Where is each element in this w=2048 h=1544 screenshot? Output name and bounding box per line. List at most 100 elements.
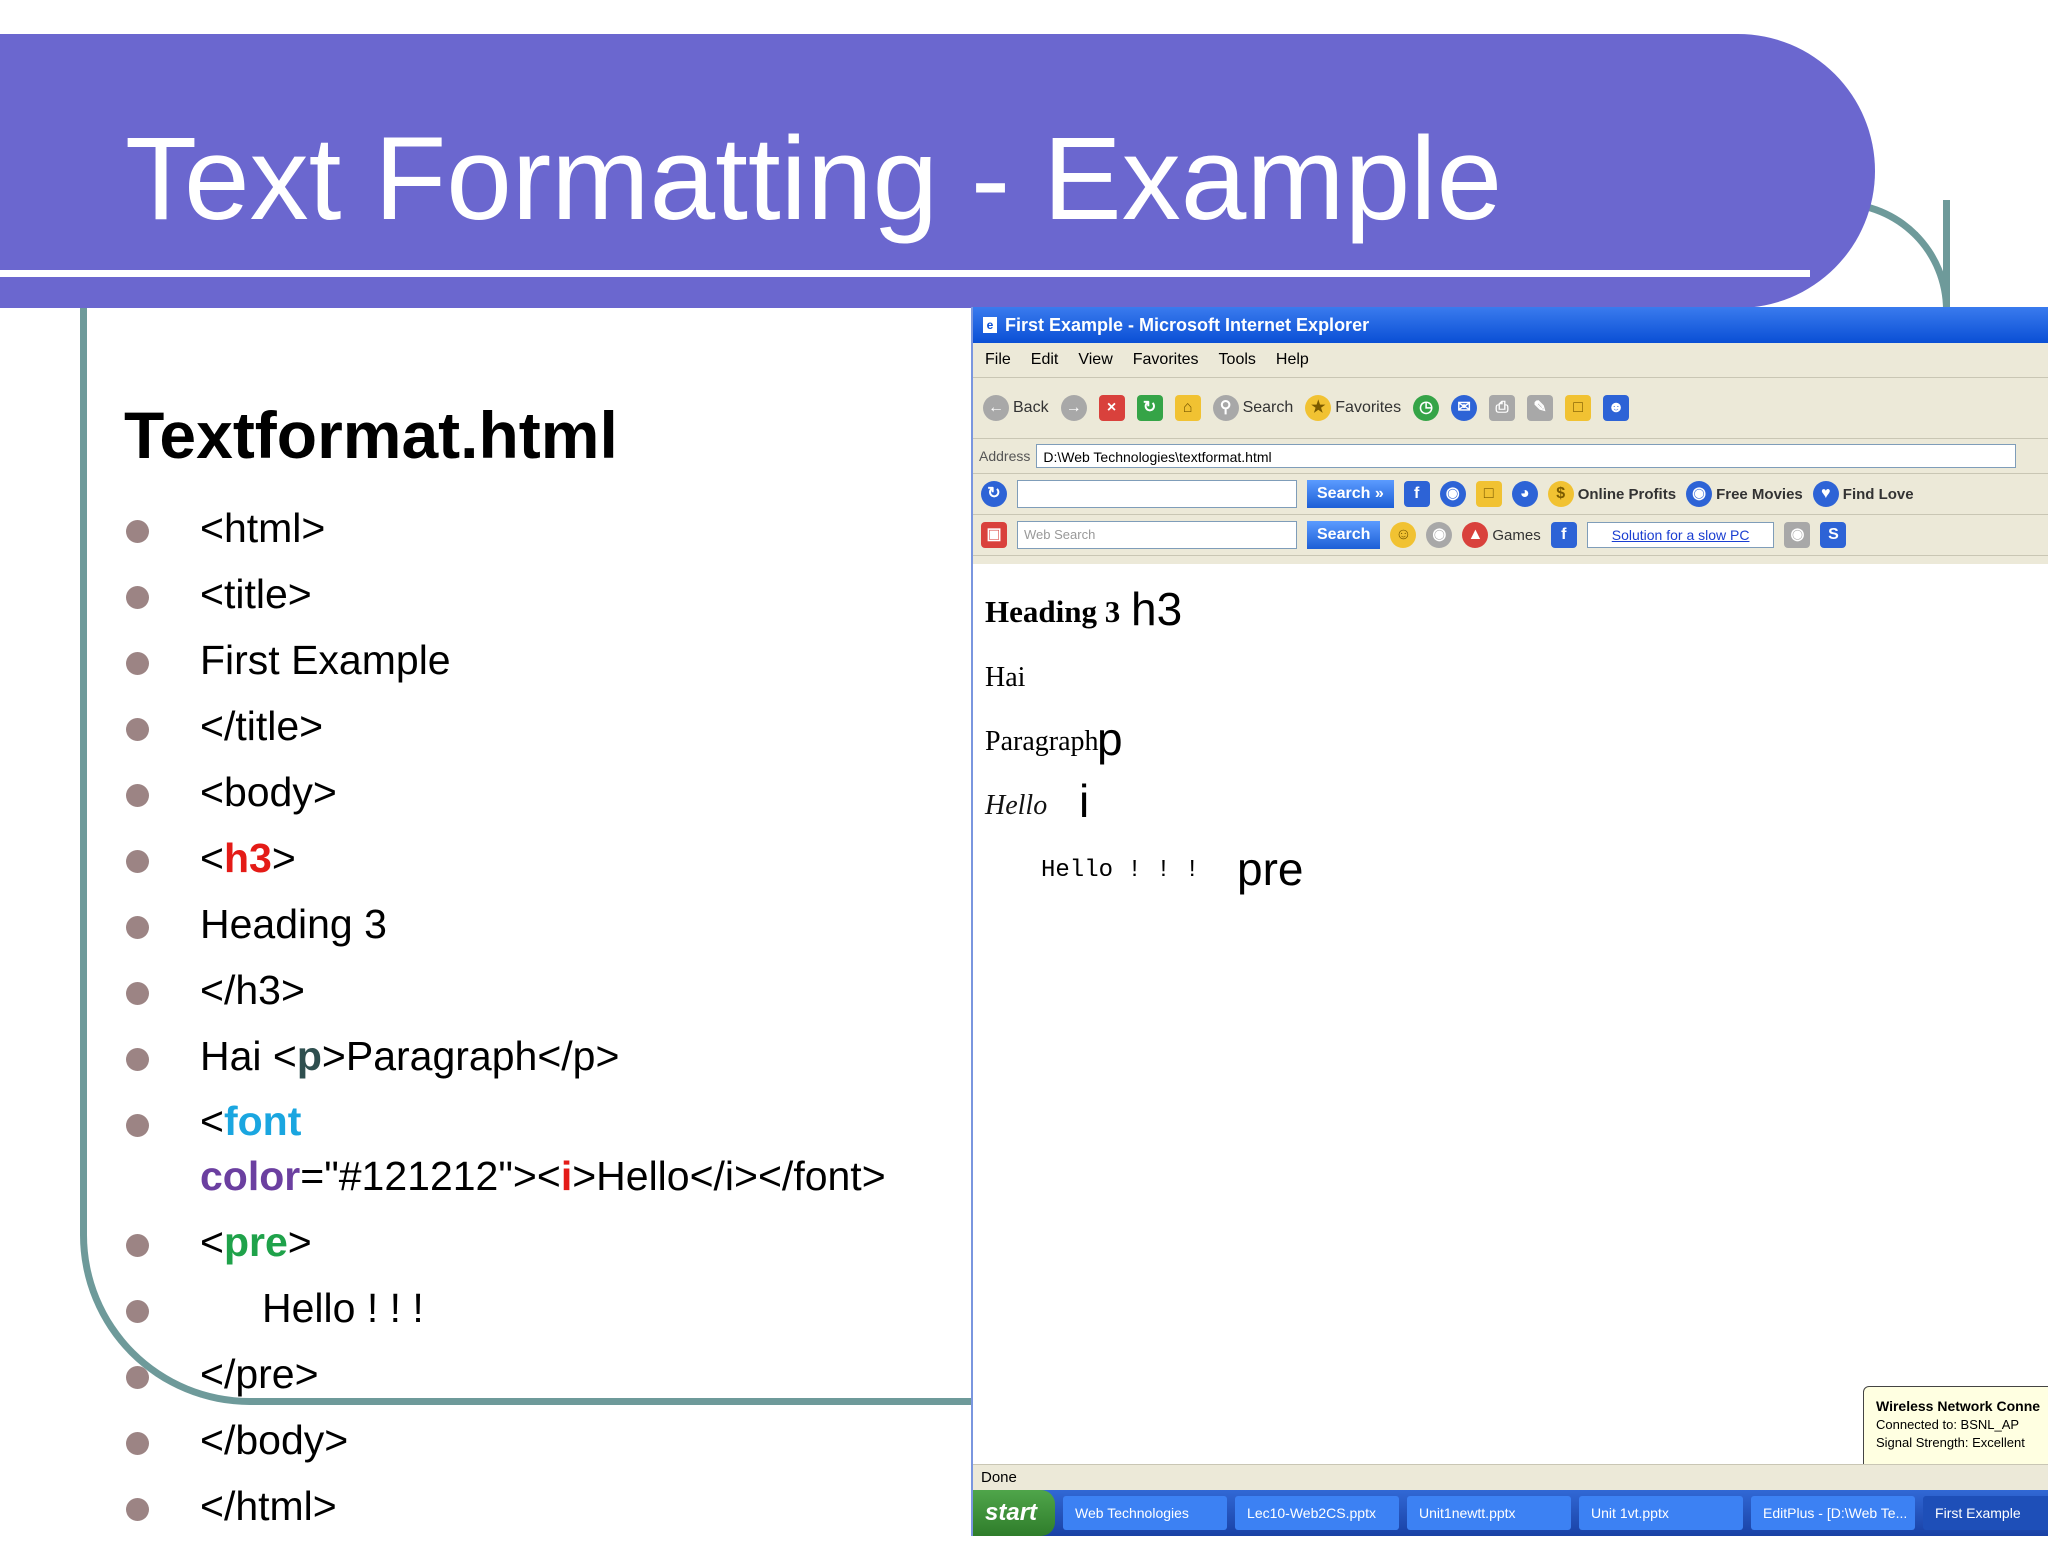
web-search-button[interactable]: Search bbox=[1307, 521, 1381, 549]
toolbar-logo-icon[interactable]: ↻ bbox=[981, 481, 1007, 507]
edit-button[interactable]: ✎ bbox=[1527, 395, 1554, 421]
tag-p: p bbox=[296, 1033, 322, 1079]
code-line: <body> bbox=[124, 764, 886, 820]
facebook-icon[interactable]: f bbox=[1550, 522, 1577, 548]
toolbar-icon[interactable]: ◕ bbox=[1511, 481, 1538, 507]
rendered-heading3: Heading 3 bbox=[985, 594, 1121, 629]
code-line: Hai <p>Paragraph</p> bbox=[124, 1028, 886, 1084]
print-button[interactable]: ⎙ bbox=[1489, 395, 1516, 421]
status-text: Done bbox=[981, 1469, 1017, 1486]
free-movies-button[interactable]: ◉ Free Movies bbox=[1686, 481, 1803, 507]
code-line: </html> bbox=[124, 1478, 886, 1534]
title-underline bbox=[0, 270, 1810, 277]
taskbar-item[interactable]: Web Technologies bbox=[1063, 1496, 1228, 1530]
start-button[interactable]: start bbox=[973, 1490, 1056, 1536]
annotation-pre: pre bbox=[1237, 843, 1304, 895]
bullet-icon bbox=[126, 1114, 149, 1137]
code-line: First Example bbox=[124, 632, 886, 688]
toolbar-logo-icon[interactable]: ▣ bbox=[981, 522, 1007, 548]
code-line: <pre> bbox=[124, 1214, 886, 1270]
code-line: <html> bbox=[124, 500, 886, 556]
forward-button[interactable]: → bbox=[1060, 395, 1087, 421]
notification-line: Signal Strength: Excellent bbox=[1876, 1435, 2025, 1450]
annotation-p: p bbox=[1097, 713, 1123, 765]
menu-favorites[interactable]: Favorites bbox=[1133, 351, 1199, 369]
toolbar-icon[interactable]: ◉ bbox=[1439, 481, 1466, 507]
menu-view[interactable]: View bbox=[1078, 351, 1112, 369]
address-label: Address bbox=[979, 448, 1031, 464]
taskbar: start Web Technologies Lec10-Web2CS.pptx… bbox=[973, 1490, 2048, 1536]
stop-button[interactable]: × bbox=[1098, 395, 1125, 421]
toolbar-row-1: ↻ Search » f ◉ □ ◕ $ Online Profits ◉ Free… bbox=[973, 474, 2048, 515]
history-button[interactable]: ◷ bbox=[1413, 395, 1440, 421]
tag-i: i bbox=[560, 1153, 573, 1199]
bullet-icon bbox=[126, 1048, 149, 1071]
toolbar-search-button[interactable]: Search » bbox=[1307, 480, 1394, 508]
notification-line: Connected to: BSNL_AP bbox=[1876, 1417, 2020, 1432]
menu-edit[interactable]: Edit bbox=[1031, 351, 1059, 369]
tag-font: font bbox=[223, 1098, 302, 1144]
bullet-icon bbox=[126, 784, 149, 807]
toolbar-search-input[interactable] bbox=[1017, 480, 1297, 508]
taskbar-item[interactable]: Unit 1vt.pptx bbox=[1579, 1496, 1744, 1530]
back-arrow-icon: ← bbox=[983, 395, 1009, 421]
bullet-icon bbox=[126, 982, 149, 1005]
mail-button[interactable]: ✉ bbox=[1451, 395, 1478, 421]
joystick-icon: ▲ bbox=[1462, 522, 1489, 548]
film-icon: ◉ bbox=[1686, 481, 1713, 507]
menu-file[interactable]: File bbox=[985, 351, 1011, 369]
bullet-icon bbox=[126, 520, 149, 543]
code-line: <h3> bbox=[124, 830, 886, 886]
refresh-button[interactable]: ↻ bbox=[1136, 395, 1163, 421]
find-love-button[interactable]: ♥ Find Love bbox=[1812, 481, 1914, 507]
taskbar-item[interactable]: Unit1newtt.pptx bbox=[1407, 1496, 1572, 1530]
folder-icon[interactable]: □ bbox=[1565, 395, 1592, 421]
address-bar: Address D:\Web Technologies\textformat.h… bbox=[973, 439, 2048, 474]
favorites-button[interactable]: ★ Favorites bbox=[1305, 395, 1401, 421]
address-input[interactable]: D:\Web Technologies\textformat.html bbox=[1036, 444, 2017, 468]
ie-app-icon: e bbox=[983, 317, 997, 333]
code-line: </title> bbox=[124, 698, 886, 754]
tag-h3: h3 bbox=[223, 835, 272, 881]
search-icon: ⚲ bbox=[1212, 395, 1239, 421]
standard-toolbar: ← Back → × ↻ ⌂ ⚲ Search ★ Favorites ◷ ✉ ⎙ ✎… bbox=[973, 378, 2048, 439]
bullet-icon bbox=[126, 1498, 149, 1521]
taskbar-item[interactable]: Lec10-Web2CS.pptx bbox=[1235, 1496, 1400, 1530]
heart-icon: ♥ bbox=[1812, 481, 1839, 507]
facebook-icon[interactable]: f bbox=[1403, 481, 1430, 507]
annotation-i: i bbox=[1079, 775, 1090, 827]
tag-pre: pre bbox=[223, 1219, 288, 1265]
code-line: Heading 3 bbox=[124, 896, 886, 952]
games-button[interactable]: ▲ Games bbox=[1462, 522, 1541, 548]
toolbar-icon[interactable]: □ bbox=[1475, 481, 1502, 507]
taskbar-item-active[interactable]: First Example bbox=[1923, 1496, 2048, 1530]
slow-pc-link[interactable]: Solution for a slow PC bbox=[1586, 522, 1775, 548]
skype-icon[interactable]: S bbox=[1820, 522, 1847, 548]
status-bar: Done bbox=[973, 1464, 2048, 1490]
menu-tools[interactable]: Tools bbox=[1219, 351, 1256, 369]
search-button[interactable]: ⚲ Search bbox=[1212, 395, 1293, 421]
smiley-icon[interactable]: ☺ bbox=[1390, 522, 1417, 548]
browser-titlebar: e First Example - Microsoft Internet Exp… bbox=[973, 307, 2048, 343]
web-search-input[interactable]: Web Search bbox=[1017, 521, 1297, 549]
toolbar-icon[interactable]: ◉ bbox=[1784, 522, 1811, 548]
code-line: </body> bbox=[124, 1412, 886, 1468]
back-button[interactable]: ← Back bbox=[983, 395, 1049, 421]
code-line: <title> bbox=[124, 566, 886, 622]
taskbar-item[interactable]: EditPlus - [D:\Web Te... bbox=[1751, 1496, 1916, 1530]
coin-icon: $ bbox=[1547, 481, 1574, 507]
bullet-icon bbox=[126, 652, 149, 675]
attr-color: color bbox=[200, 1153, 301, 1199]
code-line: </pre> bbox=[124, 1346, 886, 1402]
menu-help[interactable]: Help bbox=[1276, 351, 1309, 369]
messenger-icon[interactable]: ☻ bbox=[1603, 395, 1630, 421]
browser-window: e First Example - Microsoft Internet Exp… bbox=[971, 307, 2048, 1536]
code-line: <font color="#121212"><i>Hello</i></font> bbox=[124, 1094, 886, 1204]
rendered-pre: Hello ! ! ! bbox=[1041, 857, 1200, 884]
slide-title: Text Formatting - Example bbox=[125, 113, 1503, 245]
rendered-italic-hello: Hello bbox=[985, 790, 1048, 821]
online-profits-button[interactable]: $ Online Profits bbox=[1547, 481, 1676, 507]
rendered-hai: Hai bbox=[985, 662, 1026, 693]
eyes-icon[interactable]: ◉ bbox=[1426, 522, 1453, 548]
home-button[interactable]: ⌂ bbox=[1174, 395, 1201, 421]
